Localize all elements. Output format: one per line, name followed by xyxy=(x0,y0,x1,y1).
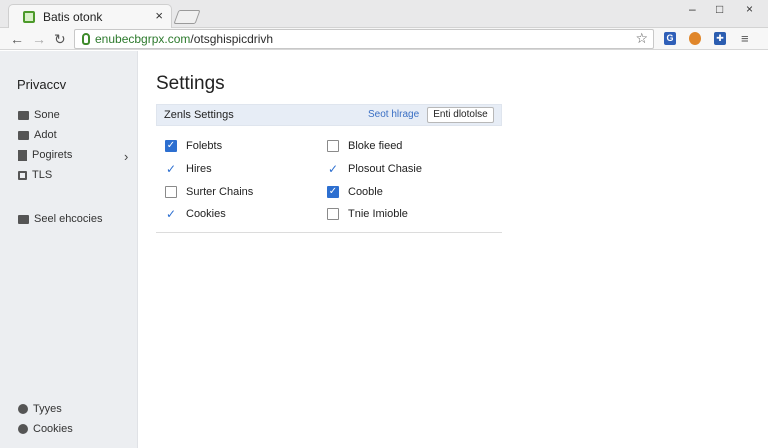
settings-panel-header: Zenls Settings Seot hlrage Enti dlotolse xyxy=(156,104,502,126)
new-tab-button[interactable] xyxy=(173,10,201,24)
tools-icon xyxy=(18,149,27,161)
option-folebts[interactable]: ✓ Folebts xyxy=(165,138,222,154)
secure-lock-icon xyxy=(82,33,90,45)
checkbox-checked[interactable]: ✓ xyxy=(165,140,177,152)
browser-tab[interactable]: Batis otonk × xyxy=(8,4,172,29)
option-label: Hires xyxy=(186,163,212,175)
forward-arrow-icon[interactable]: → xyxy=(32,30,46,48)
maximize-icon[interactable]: □ xyxy=(716,2,723,16)
option-cookies[interactable]: ✓ Cookies xyxy=(165,206,226,222)
sidebar-item-seel-ehcocies[interactable]: Seel ehcocies xyxy=(18,211,103,227)
option-bloke-fieed[interactable]: Bloke fieed xyxy=(327,138,402,154)
url-host: enubecbgrpx.com xyxy=(95,32,191,46)
checkbox-unchecked[interactable] xyxy=(327,140,339,152)
checkbox-tick[interactable]: ✓ xyxy=(327,163,339,175)
address-bar[interactable]: enubecbgrpx.com/otsghispicdrivh ☆ xyxy=(74,29,654,49)
image-icon xyxy=(18,130,29,140)
option-hires[interactable]: ✓ Hires xyxy=(165,161,212,177)
option-label: Cookies xyxy=(186,208,226,220)
checkbox-unchecked[interactable] xyxy=(165,186,177,198)
panel-action-button[interactable]: Enti dlotolse xyxy=(427,107,494,123)
option-label: Cooble xyxy=(348,186,383,198)
option-label: Plosout Chasie xyxy=(348,163,422,175)
option-label: Surter Chains xyxy=(186,186,254,198)
sidebar-item-tyyes[interactable]: Tyyes xyxy=(18,401,62,417)
option-cooble[interactable]: ✓ Cooble xyxy=(327,184,383,200)
checkbox-unchecked[interactable] xyxy=(327,208,339,220)
checkbox-tick[interactable]: ✓ xyxy=(165,208,177,220)
sidebar: Privaccv Sone Adot Pogirets › TLS Seel e… xyxy=(0,51,138,448)
chevron-right-icon[interactable]: › xyxy=(124,149,128,164)
extension-g-icon[interactable]: G xyxy=(664,32,676,45)
sidebar-item-label: Cookies xyxy=(33,423,73,435)
sidebar-item-cookies[interactable]: Cookies xyxy=(18,421,73,437)
tab-close-icon[interactable]: × xyxy=(155,8,163,23)
url-text: enubecbgrpx.com/otsghispicdrivh xyxy=(95,32,273,46)
cookie-icon xyxy=(18,424,28,434)
browser-toolbar: ← → ↻ enubecbgrpx.com/otsghispicdrivh ☆ … xyxy=(0,28,768,50)
section-divider xyxy=(156,232,502,233)
option-label: Folebts xyxy=(186,140,223,152)
gear-icon xyxy=(18,404,28,414)
sidebar-item-adot[interactable]: Adot xyxy=(18,127,57,143)
extension-circle-icon[interactable] xyxy=(689,32,701,45)
sidebar-item-label: Adot xyxy=(34,129,57,141)
reload-icon[interactable]: ↻ xyxy=(54,30,66,48)
page-title: Settings xyxy=(156,73,225,94)
minimize-icon[interactable]: – xyxy=(689,2,696,16)
sidebar-item-label: Pogirets xyxy=(32,149,73,161)
panel-title: Zenls Settings xyxy=(164,109,234,121)
checkbox-checked[interactable]: ✓ xyxy=(327,186,339,198)
network-icon xyxy=(18,170,27,180)
close-window-icon[interactable]: × xyxy=(746,2,753,16)
folder-icon xyxy=(18,214,29,224)
title-bar: Batis otonk × – □ × xyxy=(0,0,768,29)
sidebar-item-pogirets[interactable]: Pogirets xyxy=(18,147,72,163)
menu-icon[interactable]: ≡ xyxy=(741,30,749,48)
sidebar-heading: Privaccv xyxy=(17,77,67,92)
url-path: /otsghispicdrivh xyxy=(190,32,274,46)
sidebar-item-label: TLS xyxy=(32,169,53,181)
option-surter-chains[interactable]: Surter Chains xyxy=(165,184,253,200)
back-arrow-icon[interactable]: ← xyxy=(10,30,24,48)
option-label: Tnie Imioble xyxy=(348,208,408,220)
tab-favicon-icon xyxy=(23,11,35,23)
sidebar-item-sone[interactable]: Sone xyxy=(18,107,60,123)
tab-title: Batis otonk xyxy=(43,10,103,24)
monitor-icon xyxy=(18,110,29,120)
bookmark-star-icon[interactable]: ☆ xyxy=(635,30,648,47)
panel-link[interactable]: Seot hlrage xyxy=(368,109,419,120)
option-label: Bloke fieed xyxy=(348,140,403,152)
option-tnie-imioble[interactable]: Tnie Imioble xyxy=(327,206,408,222)
extension-puzzle-icon[interactable]: ✚ xyxy=(714,32,726,45)
sidebar-item-label: Seel ehcocies xyxy=(34,213,103,225)
sidebar-item-label: Tyyes xyxy=(33,403,62,415)
option-plosout-chasie[interactable]: ✓ Plosout Chasie xyxy=(327,161,422,177)
sidebar-item-label: Sone xyxy=(34,109,60,121)
checkbox-tick[interactable]: ✓ xyxy=(165,163,177,175)
sidebar-item-tls[interactable]: TLS xyxy=(18,167,52,183)
